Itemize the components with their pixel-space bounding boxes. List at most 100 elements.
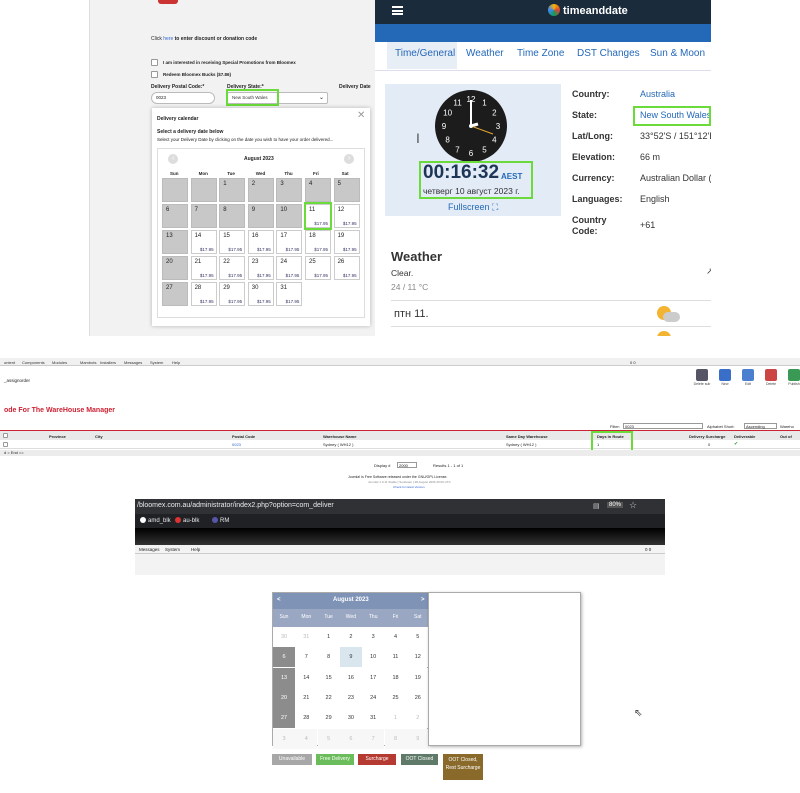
menu-item[interactable]: Help <box>172 360 180 365</box>
calendar-day[interactable]: 22 $17.95 <box>219 256 246 280</box>
cal2-day[interactable]: 3 <box>362 627 385 647</box>
calendar-day[interactable]: 2 <box>247 178 274 202</box>
calendar-day[interactable]: 23 $17.95 <box>247 256 274 280</box>
calendar-day[interactable]: 9 <box>247 204 274 228</box>
calendar-day[interactable]: 15 $17.95 <box>219 230 246 254</box>
cal2-day[interactable]: 24 <box>362 687 385 708</box>
cal2-day[interactable]: 6 <box>339 728 362 749</box>
filter-input[interactable]: 0023 <box>623 423 703 429</box>
bucks-checkbox[interactable] <box>151 71 158 78</box>
calendar-day[interactable]: 24 $17.95 <box>276 256 303 280</box>
tab-1[interactable]: Weather <box>466 48 504 59</box>
cal2-day[interactable]: 4 <box>295 728 318 749</box>
select-all-checkbox[interactable] <box>3 433 8 438</box>
menu-item[interactable]: Help <box>191 547 200 552</box>
postal-input[interactable]: 0023 <box>151 92 215 104</box>
cal2-day[interactable]: 16 <box>339 667 362 688</box>
menu-item[interactable]: Modules <box>52 360 67 365</box>
cal2-day[interactable]: 27 <box>273 708 295 729</box>
calendar-day[interactable]: 27 <box>162 282 188 306</box>
column-header[interactable]: Warehouse Name <box>323 434 356 439</box>
cal2-day[interactable]: 8 <box>384 728 407 749</box>
calendar-day[interactable]: 21 $17.95 <box>190 256 217 280</box>
cal2-day[interactable]: 5 <box>317 728 340 749</box>
menu-item[interactable]: System <box>150 360 163 365</box>
calendar-day[interactable] <box>162 178 188 202</box>
bookmark-item[interactable]: RM <box>212 517 229 524</box>
tab-3[interactable]: DST Changes <box>577 48 640 59</box>
star-icon[interactable]: ☆ <box>629 500 637 511</box>
calendar-day[interactable]: 3 <box>276 178 303 202</box>
column-header[interactable]: City <box>95 434 103 439</box>
calendar-day[interactable]: 26 $17.95 <box>333 256 360 280</box>
cal2-day[interactable]: 15 <box>317 667 340 688</box>
calendar-day[interactable]: 17 $17.95 <box>276 230 303 254</box>
calendar-day[interactable]: 6 <box>162 204 188 228</box>
cal2-day[interactable]: 25 <box>384 687 407 708</box>
cal2-day[interactable]: 1 <box>384 708 407 729</box>
cal2-prev[interactable]: < <box>277 597 281 603</box>
bookmark-item[interactable]: au-blk <box>175 517 199 524</box>
cal2-day[interactable]: 7 <box>362 728 385 749</box>
menu-item[interactable]: Components <box>22 360 45 365</box>
menu-item[interactable]: System <box>165 547 180 552</box>
calendar-day[interactable]: 7 <box>190 204 217 228</box>
cal2-day[interactable]: 9 <box>339 647 362 668</box>
calendar-day[interactable]: 8 <box>219 204 246 228</box>
column-header[interactable]: Out of <box>780 434 792 439</box>
next-month-icon[interactable]: › <box>344 154 354 164</box>
cal2-day[interactable]: 22 <box>317 687 340 708</box>
cal2-day[interactable]: 30 <box>273 627 295 647</box>
calendar-day[interactable]: 20 <box>162 256 188 280</box>
calendar-day[interactable]: 4 <box>305 178 331 202</box>
bookmark-item[interactable]: amd_blk <box>140 517 171 524</box>
cal2-day[interactable]: 10 <box>362 647 385 668</box>
menu-item[interactable]: ontent <box>4 360 15 365</box>
toolbar-button[interactable]: Delete <box>761 369 781 391</box>
cal2-day[interactable]: 19 <box>406 667 429 688</box>
calendar-day[interactable]: 28 $17.95 <box>190 282 217 306</box>
menu-item[interactable]: Messages <box>124 360 142 365</box>
url-text[interactable]: /bloomex.com.au/administrator/index2.php… <box>137 502 334 509</box>
calendar-day[interactable] <box>190 178 217 202</box>
cal2-day[interactable]: 28 <box>295 708 318 729</box>
calendar-day[interactable]: 25 $17.95 <box>305 256 331 280</box>
cal2-day[interactable]: 6 <box>273 647 295 668</box>
promo-checkbox[interactable] <box>151 59 158 66</box>
calendar-day[interactable]: 5 <box>333 178 360 202</box>
cal2-next[interactable]: > <box>421 597 425 603</box>
cal2-day[interactable]: 2 <box>339 627 362 647</box>
toolbar-button[interactable]: Edit <box>738 369 758 391</box>
calendar-day[interactable]: 19 $17.95 <box>333 230 360 254</box>
close-icon[interactable]: ✕ <box>357 110 365 121</box>
column-header[interactable]: Province <box>49 434 66 439</box>
menu-icon[interactable] <box>392 6 403 15</box>
reader-icon[interactable]: ▤ <box>593 502 600 510</box>
info-value[interactable]: Australia <box>640 89 675 99</box>
cal2-day[interactable]: 23 <box>339 687 362 708</box>
fullscreen-link[interactable]: Fullscreen ⛶ <box>448 202 498 213</box>
cal2-day[interactable]: 18 <box>384 667 407 688</box>
calendar-day[interactable]: 31 $17.95 <box>276 282 303 306</box>
sort-select[interactable]: Ascending <box>744 423 777 429</box>
menu-item[interactable]: Installers <box>100 360 116 365</box>
row-checkbox[interactable] <box>3 442 8 447</box>
cal2-day[interactable]: 5 <box>406 627 429 647</box>
cal2-day[interactable]: 17 <box>362 667 385 688</box>
cell-postal[interactable]: 0023 <box>232 442 241 447</box>
calendar-day[interactable]: 10 <box>276 204 303 228</box>
cal2-day[interactable]: 9 <box>406 728 429 749</box>
toolbar-button[interactable]: Publish <box>784 369 800 391</box>
cal2-day[interactable]: 30 <box>339 708 362 729</box>
calendar-day[interactable]: 13 <box>162 230 188 254</box>
cal2-day[interactable]: 4 <box>384 627 407 647</box>
cal2-day[interactable]: 13 <box>273 667 295 688</box>
cal2-day[interactable]: 26 <box>406 687 429 708</box>
footer-check-link[interactable]: Check for latest Version <box>393 485 425 489</box>
toolbar-button[interactable]: Delete sub <box>692 369 712 391</box>
cal2-day[interactable]: 7 <box>295 647 318 668</box>
discount-link[interactable]: here <box>163 36 173 42</box>
tab-2[interactable]: Time Zone <box>517 48 564 59</box>
cal2-day[interactable]: 31 <box>362 708 385 729</box>
cal2-day[interactable]: 20 <box>273 687 295 708</box>
